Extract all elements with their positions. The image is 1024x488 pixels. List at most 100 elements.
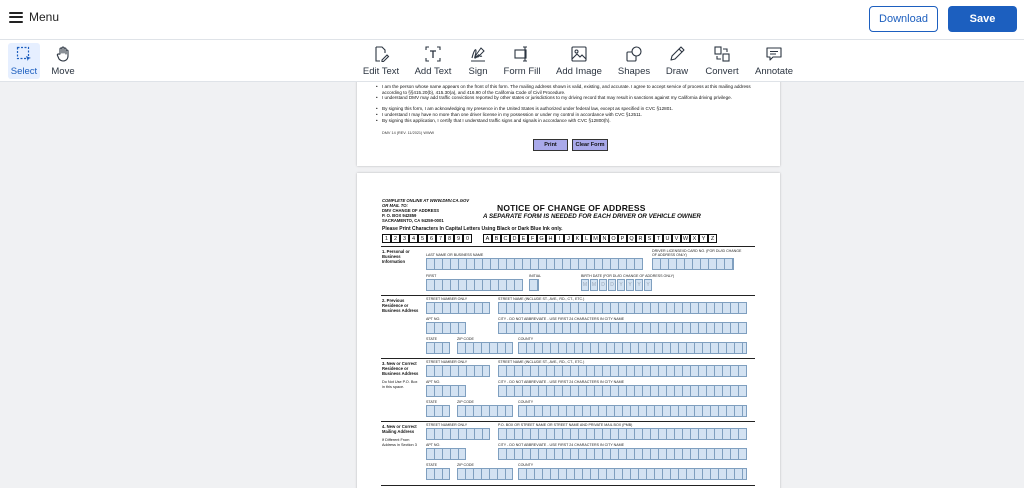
form-instructions: Please Print Characters In Capital Lette… bbox=[382, 226, 563, 232]
menu-button[interactable]: Menu bbox=[9, 10, 59, 24]
digit-sample-row: 1234567890 bbox=[382, 234, 472, 243]
sample-letter-cell: G bbox=[537, 234, 546, 243]
city-label: CITY - DO NOT ABBREVIATE - USE FIRST 24 … bbox=[498, 380, 625, 384]
list-item: I understand DMV may add traffic convict… bbox=[376, 95, 757, 101]
last-name-field[interactable] bbox=[426, 258, 643, 270]
tool-shapes[interactable]: Shapes bbox=[618, 43, 650, 79]
new-apt-field[interactable] bbox=[426, 385, 466, 397]
prev-state-field[interactable] bbox=[426, 342, 450, 354]
sample-letter-cell: X bbox=[690, 234, 699, 243]
section-4-title: 4. New or Correct Mailing Address bbox=[382, 424, 417, 434]
mail-apt-field[interactable] bbox=[426, 448, 466, 460]
add-text-icon bbox=[425, 46, 441, 62]
form-subtitle: A SEPARATE FORM IS NEEDED FOR EACH DRIVE… bbox=[483, 213, 701, 220]
prev-street-number-field[interactable] bbox=[426, 302, 490, 314]
county-label: COUNTY bbox=[518, 400, 534, 404]
birth-date-cell: Y bbox=[644, 279, 652, 291]
sample-digit-cell: 5 bbox=[418, 234, 427, 243]
sample-digit-cell: 4 bbox=[409, 234, 418, 243]
sample-letter-cell: D bbox=[510, 234, 519, 243]
document-viewer[interactable]: I am the person whose name appears on th… bbox=[0, 82, 1024, 488]
tool-edit-text[interactable]: Edit Text bbox=[361, 43, 401, 79]
letter-sample-row: ABCDEFGHIJKLMNOPQRSTUVWXYZ bbox=[483, 234, 717, 243]
tool-add-text-label: Add Text bbox=[414, 66, 452, 77]
new-street-number-field[interactable] bbox=[426, 365, 490, 377]
first-name-label: FIRST bbox=[426, 274, 437, 278]
tool-form-fill[interactable]: Form Fill bbox=[503, 43, 541, 79]
tool-sign[interactable]: Sign bbox=[466, 43, 490, 79]
clear-form-button[interactable]: Clear Form bbox=[572, 139, 608, 151]
tool-select[interactable]: Select bbox=[8, 43, 40, 79]
county-label: COUNTY bbox=[518, 337, 534, 341]
city-label: CITY - DO NOT ABBREVIATE - USE FIRST 24 … bbox=[498, 443, 625, 447]
tool-annotate-label: Annotate bbox=[754, 66, 794, 77]
list-item: I understand I may have no more than one… bbox=[376, 112, 757, 118]
birth-date-cell: Y bbox=[635, 279, 643, 291]
mail-county-field[interactable] bbox=[518, 468, 747, 480]
sample-digit-cell: 8 bbox=[445, 234, 454, 243]
apt-label: APT NO. bbox=[426, 443, 441, 447]
mail-zip-field[interactable] bbox=[457, 468, 513, 480]
new-city-field[interactable] bbox=[498, 385, 747, 397]
new-state-field[interactable] bbox=[426, 405, 450, 417]
sample-digit-cell: 3 bbox=[400, 234, 409, 243]
sample-digit-cell: 2 bbox=[391, 234, 400, 243]
street-name-label: STREET NAME (INCLUDE ST., AVE., RD., CT.… bbox=[498, 360, 585, 364]
city-label: CITY - DO NOT ABBREVIATE - USE FIRST 24 … bbox=[498, 317, 625, 321]
sample-letter-cell: T bbox=[654, 234, 663, 243]
mail-state-field[interactable] bbox=[426, 468, 450, 480]
dl-number-label: DRIVER LICENSE/ID CARD NO. (FOR DL/ID CH… bbox=[652, 249, 742, 258]
sample-digit-cell: 6 bbox=[427, 234, 436, 243]
tool-draw[interactable]: Draw bbox=[665, 43, 689, 79]
pdf-page-1: I am the person whose name appears on th… bbox=[357, 82, 780, 166]
new-zip-field[interactable] bbox=[457, 405, 513, 417]
new-street-name-field[interactable] bbox=[498, 365, 747, 377]
mail-city-field[interactable] bbox=[498, 448, 747, 460]
tool-add-image[interactable]: Add Image bbox=[556, 43, 602, 79]
new-county-field[interactable] bbox=[518, 405, 747, 417]
first-name-field[interactable] bbox=[426, 279, 523, 291]
download-button[interactable]: Download bbox=[869, 6, 938, 32]
hand-icon bbox=[56, 46, 69, 62]
sample-letter-cell: H bbox=[546, 234, 555, 243]
sample-letter-cell: N bbox=[600, 234, 609, 243]
mail-street-name-field[interactable] bbox=[498, 428, 747, 440]
section-1-label: 1. Personal or Business Information bbox=[382, 249, 410, 264]
hamburger-icon bbox=[9, 11, 23, 23]
prev-zip-field[interactable] bbox=[457, 342, 513, 354]
section-4-label: 4. New or Correct Mailing Address If Dif… bbox=[382, 424, 420, 448]
street-number-label: STREET NUMBER ONLY bbox=[426, 360, 468, 364]
list-item: I am the person whose name appears on th… bbox=[376, 84, 757, 95]
sample-letter-cell: S bbox=[645, 234, 654, 243]
sample-letter-cell: B bbox=[492, 234, 501, 243]
tool-move[interactable]: Move bbox=[49, 43, 77, 79]
sample-letter-cell: E bbox=[519, 234, 528, 243]
section-3-note: Do Not Use P.O. Box in this space. bbox=[382, 380, 418, 389]
tool-convert[interactable]: Convert bbox=[704, 43, 740, 79]
prev-county-field[interactable] bbox=[518, 342, 747, 354]
po-box-label: P.O. BOX OR STREET NAME OR STREET NAME A… bbox=[498, 423, 633, 427]
comment-icon bbox=[766, 47, 782, 61]
birth-date-field[interactable]: MMDDYYYY bbox=[581, 279, 652, 291]
zip-label: ZIP CODE bbox=[457, 337, 474, 341]
prev-street-name-field[interactable] bbox=[498, 302, 747, 314]
sample-letter-cell: Y bbox=[699, 234, 708, 243]
tool-shapes-label: Shapes bbox=[617, 66, 651, 77]
mail-street-number-field[interactable] bbox=[426, 428, 490, 440]
tool-annotate[interactable]: Annotate bbox=[755, 43, 793, 79]
sample-letter-cell: Z bbox=[708, 234, 717, 243]
section-divider bbox=[381, 246, 755, 247]
sample-letter-cell: M bbox=[591, 234, 600, 243]
prev-city-field[interactable] bbox=[498, 322, 747, 334]
form-title: NOTICE OF CHANGE OF ADDRESS bbox=[497, 203, 646, 213]
print-button[interactable]: Print bbox=[533, 139, 568, 151]
initial-field[interactable] bbox=[529, 279, 539, 291]
prev-apt-field[interactable] bbox=[426, 322, 466, 334]
last-name-label: LAST NAME OR BUSINESS NAME bbox=[426, 253, 484, 257]
signature-icon bbox=[471, 47, 485, 62]
tool-add-text[interactable]: Add Text bbox=[414, 43, 452, 79]
save-button[interactable]: Save bbox=[948, 6, 1017, 32]
dl-number-field[interactable] bbox=[652, 258, 734, 270]
image-icon bbox=[571, 46, 587, 62]
section-divider bbox=[381, 358, 755, 359]
